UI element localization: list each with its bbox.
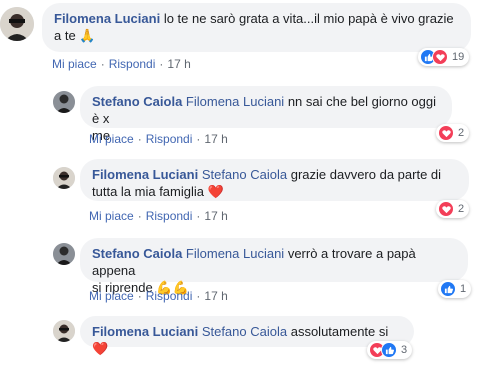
comment-actions: Mi piace · Rispondi · 17 h xyxy=(89,209,228,223)
avatar[interactable] xyxy=(53,320,75,342)
comment-author[interactable]: Stefano Caiola xyxy=(92,94,182,109)
comment-author[interactable]: Filomena Luciani xyxy=(54,11,160,26)
like-reaction-icon xyxy=(440,281,456,297)
heart-emoji: ❤️ xyxy=(92,341,109,356)
separator-dot: · xyxy=(137,209,142,223)
comment-mention[interactable]: Stefano Caiola xyxy=(202,167,287,182)
comment-author[interactable]: Filomena Luciani xyxy=(92,167,198,182)
like-reaction-icon xyxy=(381,342,397,358)
separator-dot: · xyxy=(196,289,201,303)
separator-dot: · xyxy=(196,209,201,223)
like-button[interactable]: Mi piace xyxy=(89,289,134,303)
reply-button[interactable]: Rispondi xyxy=(146,209,193,223)
reaction-summary[interactable]: 2 xyxy=(436,200,470,218)
comment-actions: Mi piace · Rispondi · 17 h xyxy=(89,289,228,303)
timestamp[interactable]: 17 h xyxy=(167,57,190,71)
comment-mention[interactable]: Filomena Luciani xyxy=(186,246,284,261)
reaction-summary[interactable]: 3 xyxy=(367,341,413,359)
reaction-count: 2 xyxy=(458,127,465,139)
pray-emoji: 🙏 xyxy=(79,28,96,43)
love-reaction-icon xyxy=(438,125,454,141)
separator-dot: · xyxy=(137,132,142,146)
avatar[interactable] xyxy=(53,243,75,265)
comment-text: grazie davvero da parte di xyxy=(290,167,442,182)
separator-dot: · xyxy=(159,57,164,71)
love-reaction-icon xyxy=(438,201,454,217)
avatar[interactable] xyxy=(53,91,75,113)
comment-author[interactable]: Stefano Caiola xyxy=(92,246,182,261)
reaction-count: 2 xyxy=(458,203,465,215)
separator-dot: · xyxy=(196,132,201,146)
comment-bubble: Filomena Luciani Stefano Caiola grazie d… xyxy=(80,159,469,201)
avatar[interactable] xyxy=(0,7,34,41)
avatar[interactable] xyxy=(53,167,75,189)
love-reaction-icon xyxy=(432,49,448,65)
timestamp[interactable]: 17 h xyxy=(204,209,227,223)
reaction-summary[interactable]: 2 xyxy=(436,124,470,142)
reaction-count: 3 xyxy=(401,344,408,356)
comment-actions: Mi piace · Rispondi · 17 h xyxy=(52,57,191,71)
reaction-summary[interactable]: 19 xyxy=(418,48,470,66)
comment-bubble: Filomena Luciani lo te ne sarò grata a v… xyxy=(42,3,471,52)
comment-mention[interactable]: Stefano Caiola xyxy=(202,324,287,339)
comment-text-line2: a te xyxy=(54,28,76,43)
separator-dot: · xyxy=(137,289,142,303)
heart-emoji: ❤️ xyxy=(207,184,224,199)
comment-actions: Mi piace · Rispondi · 17 h xyxy=(89,132,228,146)
comment-mention[interactable]: Filomena Luciani xyxy=(186,94,284,109)
comment-author[interactable]: Filomena Luciani xyxy=(92,324,198,339)
reply-button[interactable]: Rispondi xyxy=(146,132,193,146)
like-button[interactable]: Mi piace xyxy=(89,132,134,146)
timestamp[interactable]: 17 h xyxy=(204,132,227,146)
comment-text: lo te ne sarò grata a vita...il mio papà… xyxy=(163,11,454,26)
comment-text: assolutamente si xyxy=(290,324,389,339)
reply-button[interactable]: Rispondi xyxy=(146,289,193,303)
timestamp[interactable]: 17 h xyxy=(204,289,227,303)
comment-bubble: Stefano Caiola Filomena Luciani verrò a … xyxy=(80,238,468,295)
reaction-count: 1 xyxy=(460,283,467,295)
like-button[interactable]: Mi piace xyxy=(52,57,97,71)
comment-text-line2: tutta la mia famiglia xyxy=(92,184,204,199)
reply-button[interactable]: Rispondi xyxy=(109,57,156,71)
reaction-summary[interactable]: 1 xyxy=(438,280,472,298)
like-button[interactable]: Mi piace xyxy=(89,209,134,223)
comment-bubble: Stefano Caiola Filomena Luciani nn sai c… xyxy=(80,86,452,143)
comment-bubble: Filomena Luciani Stefano Caiola assoluta… xyxy=(80,316,414,356)
separator-dot: · xyxy=(100,57,105,71)
reaction-count: 19 xyxy=(452,51,465,63)
